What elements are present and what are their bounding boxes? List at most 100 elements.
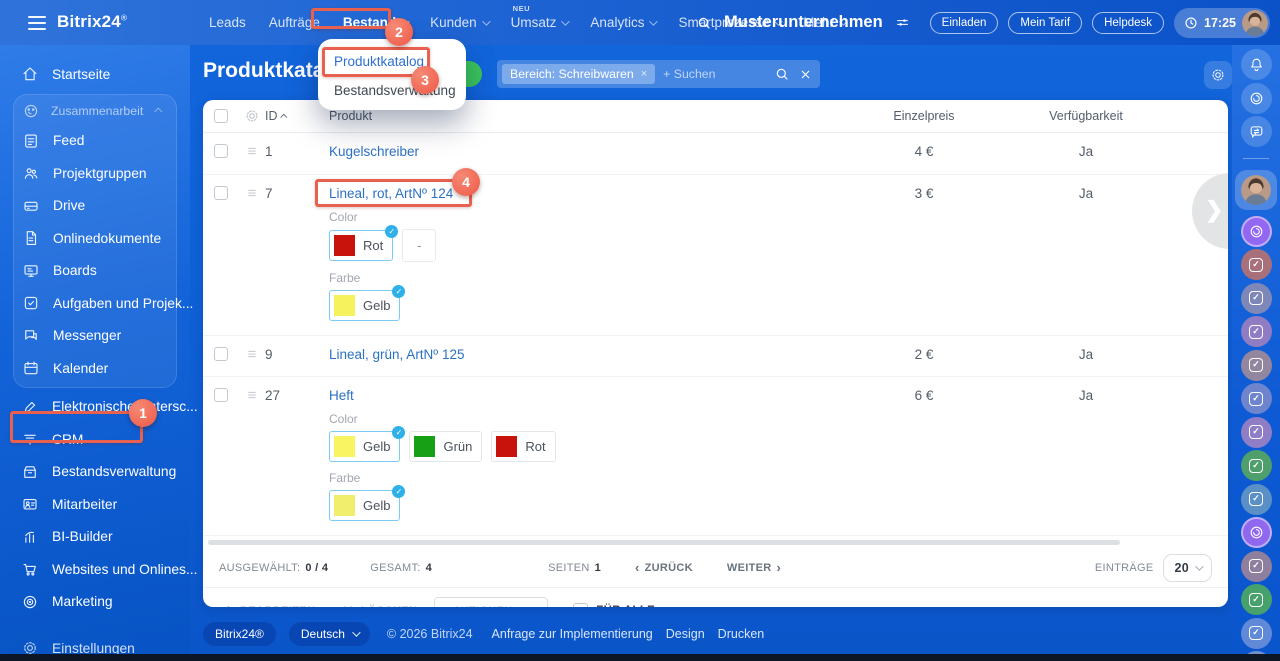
sidebar-item-feed[interactable]: Feed	[14, 125, 176, 158]
product-link[interactable]: Kugelschreiber	[329, 144, 419, 159]
search-icon[interactable]	[696, 15, 712, 31]
product-table-card: ID Produkt Einzelpreis Verfügbarkeit ≡ 1 K…	[203, 100, 1228, 607]
row-checkbox[interactable]	[214, 144, 228, 158]
product-link[interactable]: Lineal, rot, ArtNº 124	[329, 186, 453, 201]
menu-item-bestandsverwaltung[interactable]: Bestandsverwaltung	[334, 83, 456, 98]
rail-chat-icon[interactable]: ✓	[1240, 316, 1272, 347]
search-placeholder[interactable]: + Suchen	[663, 67, 774, 81]
sidebar-item-mitarbeiter[interactable]: Mitarbeiter	[0, 488, 190, 521]
clock-profile-widget[interactable]: 17:25	[1174, 7, 1270, 38]
variant-chip-rot[interactable]: Rot ✓	[329, 225, 399, 261]
for-all-toggle[interactable]: FÜR ALLE	[573, 603, 655, 607]
drag-handle[interactable]: ≡	[239, 336, 265, 373]
nav-item-aufträge[interactable]: Aufträge	[269, 15, 320, 30]
sidebar-item-bestandsverwaltung[interactable]: Bestandsverwaltung	[0, 456, 190, 489]
row-checkbox[interactable]	[214, 186, 228, 200]
nav-item-umsatz[interactable]: NEU Umsatz	[511, 4, 571, 30]
rail-chat-icon[interactable]: ✓	[1240, 249, 1272, 280]
sidebar-item-aufgaben-und-projek-[interactable]: Aufgaben und Projek...	[14, 287, 193, 320]
grid-settings-button[interactable]	[1204, 61, 1232, 89]
sidebar-item-websites-und-onlines-[interactable]: Websites und Onlines...	[0, 553, 197, 586]
delete-button[interactable]: ✕LÖSCHEN	[343, 603, 418, 608]
nav-item-bestand[interactable]: Bestand	[343, 15, 410, 30]
invite-button[interactable]: Einladen	[929, 11, 999, 34]
rail-chat-icon[interactable]: ✓	[1240, 349, 1272, 381]
hamburger-menu-icon[interactable]	[28, 16, 46, 30]
sidebar-item-marketing[interactable]: Marketing	[0, 586, 190, 619]
drag-handle[interactable]: ≡	[239, 175, 265, 212]
rail-chat-icon[interactable]: ✓	[1240, 617, 1272, 649]
footer-link-design[interactable]: Design	[666, 627, 705, 641]
column-header-price[interactable]: Einzelpreis	[844, 109, 1004, 123]
columns-gear-icon[interactable]	[239, 108, 265, 124]
column-header-id[interactable]: ID	[265, 109, 329, 123]
helpdesk-button[interactable]: Helpdesk	[1092, 11, 1165, 34]
sidebar-item-crm[interactable]: CRM	[0, 423, 190, 456]
sidebar-item-drive[interactable]: Drive	[14, 190, 176, 223]
for-all-checkbox[interactable]	[573, 603, 589, 607]
select-all-checkbox[interactable]	[214, 109, 228, 123]
rail-copilot-icon[interactable]	[1240, 517, 1272, 548]
sidebar-item-kalender[interactable]: Kalender	[14, 352, 176, 385]
menu-item-produktkatalog[interactable]: Produktkatalog	[334, 54, 450, 69]
variant-chip-rot[interactable]: Rot	[491, 431, 556, 462]
sidebar-item-boards[interactable]: Boards	[14, 255, 176, 288]
language-select[interactable]: Deutsch	[288, 622, 370, 646]
sidebar-item-projektgruppen[interactable]: Projektgruppen	[14, 157, 176, 190]
sidebar-item-onlinedokumente[interactable]: Onlinedokumente	[14, 222, 176, 255]
variant-chip-empty[interactable]: -	[402, 229, 437, 262]
cell-availability: Ja	[1078, 186, 1094, 201]
entries-per-page-select[interactable]: 20	[1163, 553, 1212, 582]
row-checkbox[interactable]	[214, 347, 228, 361]
drag-handle[interactable]: ≡	[239, 377, 265, 414]
variant-chip-gelb[interactable]: Gelb ✓	[329, 485, 406, 521]
footer-brand-pill[interactable]: Bitrix24®	[203, 622, 276, 646]
rail-chat-arrows-icon[interactable]	[1240, 116, 1272, 147]
footer-link-print[interactable]: Drucken	[718, 627, 765, 641]
variant-chip-gelb[interactable]: Gelb ✓	[329, 285, 406, 321]
footer-link-implementation[interactable]: Anfrage zur Implementierung	[492, 627, 653, 641]
rail-copilot-icon[interactable]	[1240, 215, 1272, 247]
sidebar-group-header[interactable]: Zusammenarbeit	[14, 97, 176, 125]
actions-dropdown[interactable]: - AKTIONEN -	[434, 596, 549, 607]
rail-chat-icon[interactable]: ✓	[1240, 450, 1272, 481]
sidebar-item-startseite[interactable]: Startseite	[0, 58, 190, 91]
filter-search-icon[interactable]	[774, 66, 790, 82]
horizontal-scrollbar[interactable]	[208, 539, 1120, 545]
column-header-product[interactable]: Produkt	[329, 109, 844, 123]
sidebar-item-bi-builder[interactable]: BI-Builder	[0, 521, 190, 554]
filter-clear-icon[interactable]	[799, 68, 812, 81]
product-link[interactable]: Lineal, grün, ArtNº 125	[329, 347, 465, 362]
plan-button[interactable]: Mein Tarif	[1008, 11, 1083, 34]
rail-chat-icon[interactable]: ✓	[1240, 550, 1272, 582]
nav-item-leads[interactable]: Leads	[209, 15, 246, 30]
rail-bell-icon[interactable]	[1240, 49, 1272, 80]
prev-page-button[interactable]: ‹ ZURÜCK	[635, 560, 693, 575]
app-logo[interactable]: Bitrix24®	[57, 12, 127, 32]
variant-chip-gelb[interactable]: Gelb ✓	[329, 426, 406, 462]
filter-search-bar[interactable]: Bereich: Schreibwaren × + Suchen	[497, 60, 820, 88]
column-header-availability[interactable]: Verfügbarkeit	[1004, 109, 1168, 123]
sidebar-item-elektronische-untersc-[interactable]: Elektronische Untersc...	[0, 391, 198, 424]
product-link[interactable]: Heft	[329, 388, 354, 403]
next-page-button[interactable]: WEITER ›	[727, 560, 781, 575]
filter-chip-remove-icon[interactable]: ×	[641, 68, 647, 80]
rail-chat-icon[interactable]: ✓	[1240, 383, 1272, 414]
row-checkbox[interactable]	[214, 388, 228, 402]
nav-item-kunden[interactable]: Kunden	[430, 15, 491, 30]
company-name[interactable]: Musterunternehmen	[724, 13, 883, 32]
rail-chat-icon[interactable]: ✓	[1240, 483, 1272, 515]
rail-chat-icon[interactable]: ✓	[1240, 282, 1272, 314]
variant-chip-grün[interactable]: Grün	[409, 431, 483, 462]
rail-chat-icon[interactable]: ✓	[1240, 416, 1272, 448]
sidebar-item-messenger[interactable]: Messenger	[14, 320, 176, 353]
drag-handle[interactable]: ≡	[239, 133, 265, 170]
rail-chat-icon[interactable]: ✓	[1240, 584, 1272, 615]
user-avatar[interactable]	[1242, 9, 1268, 36]
company-switch-icon[interactable]	[895, 15, 910, 30]
nav-item-analytics[interactable]: Analytics	[590, 15, 659, 30]
rail-profile-avatar[interactable]	[1235, 169, 1277, 210]
edit-button[interactable]: BEARBEITEN	[220, 604, 316, 607]
rail-copilot-icon[interactable]	[1240, 82, 1272, 114]
filter-chip[interactable]: Bereich: Schreibwaren ×	[502, 64, 656, 84]
